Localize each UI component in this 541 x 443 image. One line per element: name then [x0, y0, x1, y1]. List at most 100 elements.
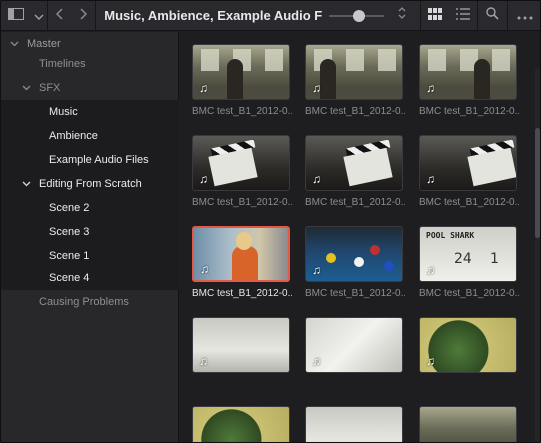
clip-thumbnail[interactable]: ♫: [419, 135, 517, 191]
bin-music[interactable]: Music: [1, 100, 179, 124]
audio-note-icon: ♫: [426, 81, 435, 95]
clip-name: BMC test_B1_2012-0...: [192, 106, 292, 117]
audio-note-icon: ♫: [312, 172, 321, 186]
bin-timelines[interactable]: Timelines: [1, 52, 179, 76]
bin-example-audio-files[interactable]: Example Audio Files: [1, 148, 179, 172]
grid-scrollbar[interactable]: [535, 68, 540, 442]
clip-thumbnail[interactable]: ♫: [305, 135, 403, 191]
clip-thumbnail[interactable]: ♫: [419, 44, 517, 100]
sidebar-toggle-icon: [7, 7, 24, 25]
clip-name: BMC test_B1_2012-0...: [192, 288, 292, 299]
search-button[interactable]: [478, 1, 508, 31]
clip-item[interactable]: ♫ BMC test_B1_2012-0...: [419, 44, 519, 117]
clip-item[interactable]: [305, 406, 405, 442]
audio-note-icon: ♫: [426, 263, 435, 277]
chevron-down-icon[interactable]: [21, 172, 31, 196]
clip-thumbnail[interactable]: [419, 406, 517, 442]
sidebar-toggle-button[interactable]: [1, 1, 31, 31]
bin-label: Ambience: [49, 130, 98, 142]
bin-scene-2[interactable]: Scene 2: [1, 196, 179, 220]
clip-item[interactable]: ♫ BMC test_B1_2012-0...: [305, 44, 405, 117]
more-options-icon: [517, 7, 533, 25]
audio-note-icon: ♫: [312, 81, 321, 95]
sort-button[interactable]: [384, 1, 420, 31]
clip-item[interactable]: [419, 406, 519, 442]
clip-thumbnail[interactable]: [305, 406, 403, 442]
clip-thumbnail[interactable]: ♫: [192, 135, 290, 191]
sort-arrows-icon: [397, 6, 407, 25]
bin-title: Music, Ambience, Example Audio Files...: [104, 8, 323, 23]
audio-note-icon: ♫: [200, 262, 209, 276]
bin-label: Timelines: [39, 58, 86, 70]
bin-label: Scene 4: [49, 272, 90, 284]
sidebar-menu-button[interactable]: [31, 1, 47, 31]
clip-thumbnail-grid: ♫ BMC test_B1_2012-0... ♫ BMC test_B1_20…: [180, 32, 540, 442]
bin-label: Causing Problems: [39, 296, 129, 308]
clip-thumbnail[interactable]: ♫: [305, 44, 403, 100]
clip-name: BMC test_B1_2012-0...: [305, 106, 405, 117]
clip-thumbnail[interactable]: POOL SHARK 24 1 ♫: [419, 226, 517, 282]
toolbar: Music, Ambience, Example Audio Files...: [1, 1, 540, 31]
audio-note-icon: ♫: [312, 263, 321, 277]
clip-item[interactable]: ♫ BMC test_B1_2012-0...: [419, 135, 519, 208]
bin-label: Editing From Scratch: [39, 178, 142, 190]
back-button[interactable]: [48, 1, 72, 31]
clip-item[interactable]: ♫ BMC test_B1_2012-0...: [192, 135, 292, 208]
bin-label: Scene 2: [49, 202, 90, 214]
bin-label: SFX: [39, 82, 61, 94]
clip-name: BMC test_B1_2012-0...: [192, 197, 292, 208]
media-pool-window: Music, Ambience, Example Audio Files...: [0, 0, 541, 443]
chevron-left-icon: [55, 7, 64, 25]
clip-item[interactable]: ♫: [419, 317, 519, 379]
zoom-slider-knob[interactable]: [352, 9, 365, 22]
audio-note-icon: ♫: [199, 354, 208, 368]
clip-item[interactable]: ♫ BMC test_B1_2012-0...: [192, 226, 292, 299]
zoom-slider[interactable]: [328, 1, 385, 31]
clip-thumbnail[interactable]: ♫: [305, 317, 403, 373]
clip-thumbnail[interactable]: ♫: [192, 226, 290, 282]
clip-name: BMC test_B1_2012-0...: [305, 288, 405, 299]
bin-list-sidebar: Master Timelines SFX Music Ambience Exam…: [1, 32, 179, 442]
clip-name: BMC test_B1_2012-0...: [305, 197, 405, 208]
thumbnail-view-button[interactable]: [421, 1, 449, 31]
bin-causing-problems[interactable]: Causing Problems: [1, 290, 179, 314]
clip-item[interactable]: ♫ BMC test_B1_2012-0...: [305, 135, 405, 208]
clip-item[interactable]: ♫ BMC test_B1_2012-0...: [305, 226, 405, 299]
bin-label: Master: [27, 38, 61, 50]
audio-note-icon: ♫: [199, 172, 208, 186]
clip-thumbnail[interactable]: ♫: [305, 226, 403, 282]
clip-item[interactable]: POOL SHARK 24 1 ♫ BMC test_B1_2012-0...: [419, 226, 519, 299]
bin-ambience[interactable]: Ambience: [1, 124, 179, 148]
chevron-down-icon[interactable]: [21, 76, 31, 100]
scrollbar-thumb[interactable]: [535, 128, 540, 238]
bin-editing-from-scratch[interactable]: Editing From Scratch: [1, 172, 179, 196]
clip-item[interactable]: [192, 406, 292, 442]
options-button[interactable]: [508, 1, 540, 31]
chevron-down-icon: [34, 7, 44, 25]
slate-take: 1: [490, 251, 499, 267]
slate-scene: 24: [454, 251, 472, 267]
clip-item[interactable]: ♫ BMC test_B1_2012-0...: [192, 44, 292, 117]
clip-thumbnail[interactable]: ♫: [419, 317, 517, 373]
audio-note-icon: ♫: [199, 81, 208, 95]
bin-scene-3[interactable]: Scene 3: [1, 220, 179, 244]
bin-scene-4[interactable]: Scene 4: [1, 266, 179, 290]
clip-thumbnail[interactable]: ♫: [192, 44, 290, 100]
clip-thumbnail[interactable]: ♫: [192, 317, 290, 373]
clip-thumbnail[interactable]: [192, 406, 290, 442]
list-view-button[interactable]: [449, 1, 477, 31]
bin-label: Music: [49, 106, 78, 118]
bin-label: Scene 3: [49, 226, 90, 238]
bin-label: Example Audio Files: [49, 154, 149, 166]
grid-icon: [427, 7, 442, 25]
search-icon: [486, 6, 499, 25]
bin-sfx[interactable]: SFX: [1, 76, 179, 100]
clip-item[interactable]: ♫: [192, 317, 292, 379]
clip-item[interactable]: ♫: [305, 317, 405, 379]
forward-button[interactable]: [71, 1, 95, 31]
audio-note-icon: ♫: [312, 354, 321, 368]
chevron-right-icon: [79, 7, 88, 25]
audio-note-icon: ♫: [426, 354, 435, 368]
bin-scene-1[interactable]: Scene 1: [1, 244, 179, 268]
audio-note-icon: ♫: [426, 172, 435, 186]
